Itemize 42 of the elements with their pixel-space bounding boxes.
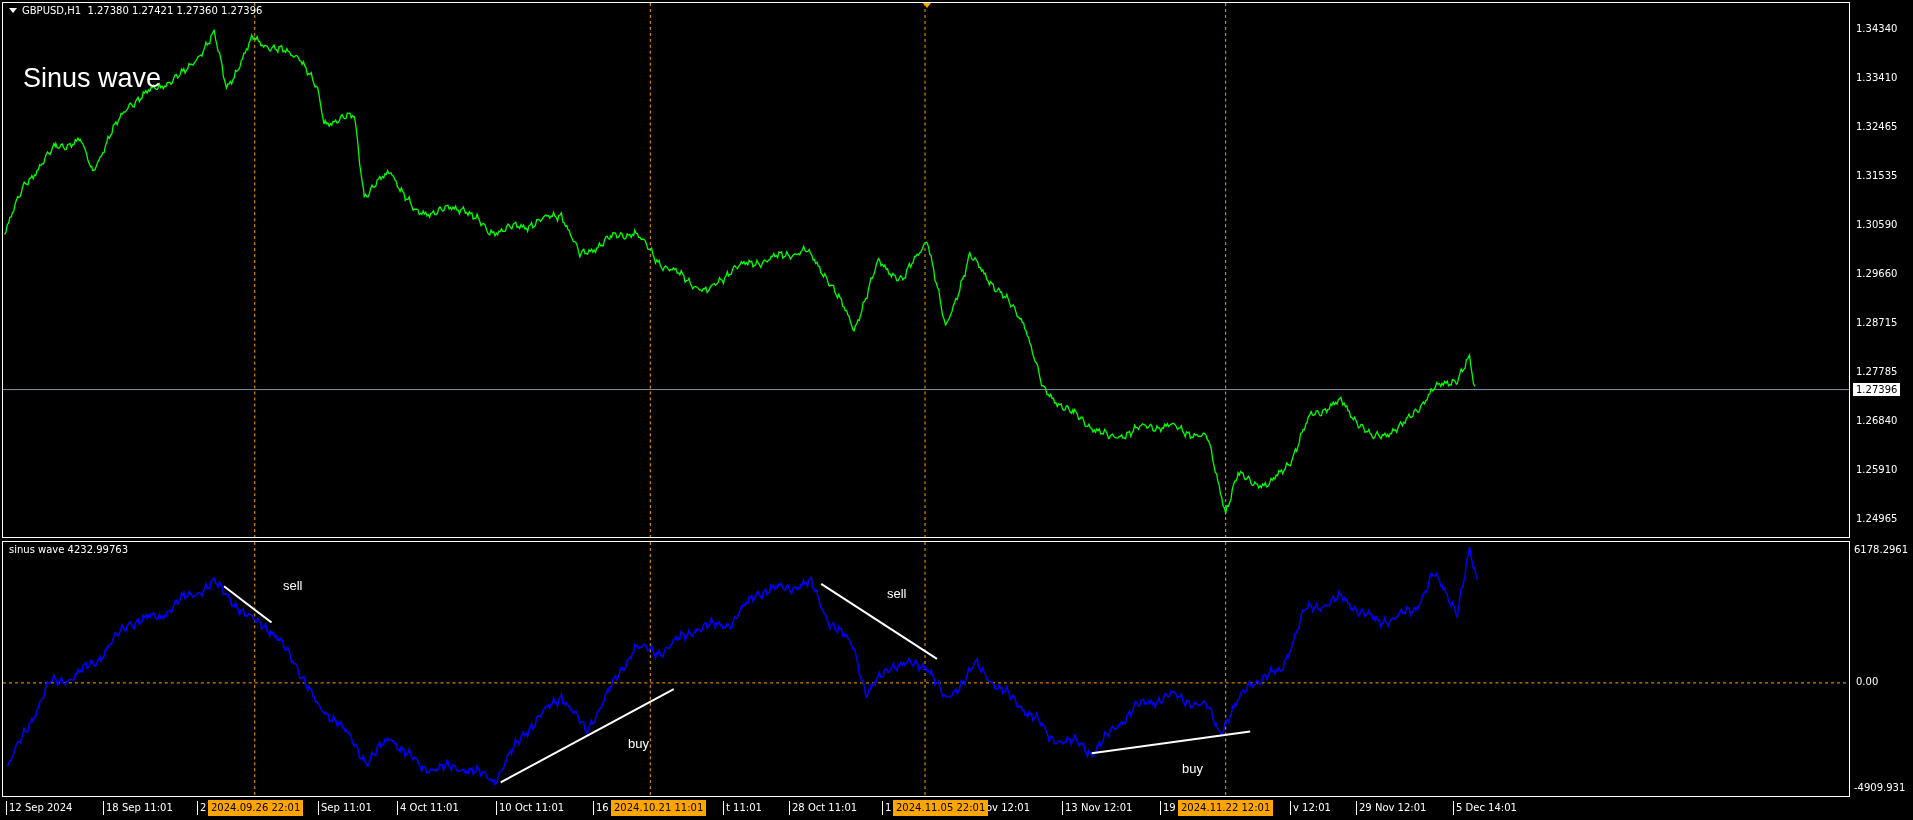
time-label: t 11:01 [723, 801, 762, 815]
price-label: 1.29660 [1856, 267, 1899, 281]
date-tag: 2024.11.05 22:01 [893, 800, 989, 816]
dropdown-icon[interactable] [9, 8, 17, 13]
price-label: 1.33410 [1856, 71, 1899, 85]
time-label: 29 Nov 12:01 [1356, 801, 1427, 815]
time-label: 16 [593, 801, 609, 815]
time-label: v 12:01 [1290, 801, 1331, 815]
time-label: 4 Oct 11:01 [397, 801, 459, 815]
time-label: 28 Oct 11:01 [789, 801, 858, 815]
signal-label: buy [1182, 761, 1203, 776]
price-label: 1.25910 [1856, 463, 1899, 477]
time-label: 12 Sep 2024 [6, 801, 73, 815]
time-label: 10 Oct 11:01 [496, 801, 565, 815]
indicator-max-label: 6178.2961 [1854, 543, 1910, 557]
time-label: Sep 11:01 [318, 801, 372, 815]
signal-label: sell [283, 578, 303, 593]
price-label: 1.26840 [1856, 414, 1899, 428]
time-label: 18 Sep 11:01 [103, 801, 173, 815]
price-label: 1.24965 [1856, 512, 1899, 526]
chart-title: Sinus wave [23, 63, 162, 94]
signal-label: buy [628, 736, 649, 751]
current-price-tag: 1.27396 [1853, 383, 1901, 396]
trend-line [223, 585, 273, 624]
time-label: 13 Nov 12:01 [1062, 801, 1133, 815]
time-label: 2 [197, 801, 207, 815]
signal-label: sell [887, 586, 907, 601]
price-label: 1.34340 [1856, 22, 1899, 36]
price-label: 1.28715 [1856, 316, 1899, 330]
price-label: 1.32465 [1856, 120, 1899, 134]
date-tag: 2024.10.21 11:01 [611, 800, 707, 816]
price-label: 1.27785 [1856, 365, 1899, 379]
time-label: 1 [882, 801, 892, 815]
time-label: 5 Dec 14:01 [1453, 801, 1517, 815]
indicator-header: sinus wave 4232.99763 [9, 544, 129, 555]
indicator-zero-label: 0.00 [1856, 675, 1879, 689]
price-label: 1.31535 [1856, 169, 1899, 183]
date-tag: 2024.11.22 12:01 [1178, 800, 1274, 816]
time-label: 19 [1160, 801, 1176, 815]
price-label: 1.30590 [1856, 218, 1899, 232]
date-tag: 2024.09.26 22:01 [208, 800, 304, 816]
indicator-min-label: -4909.931 [1854, 781, 1907, 795]
